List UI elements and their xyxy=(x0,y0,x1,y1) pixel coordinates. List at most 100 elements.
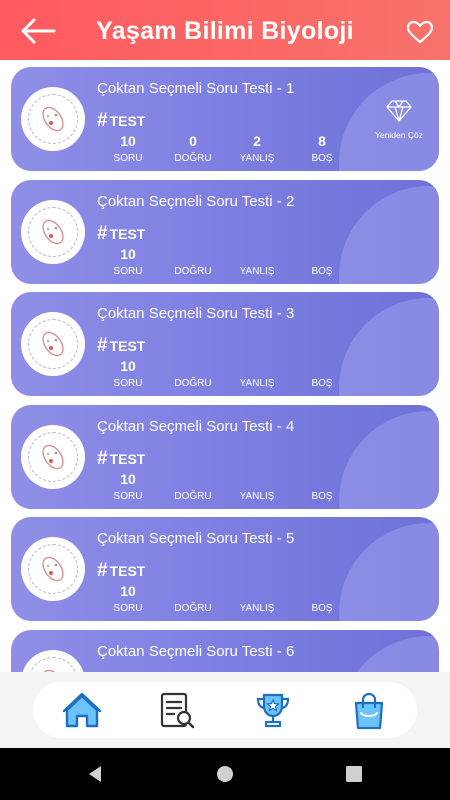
tag-label: TEST xyxy=(109,563,146,579)
stat-dogru-label: DOĞRU xyxy=(174,378,212,389)
tag-label: TEST xyxy=(109,225,146,242)
test-title: Çoktan Seçmeli Soru Testi - 4 xyxy=(97,417,295,435)
test-card[interactable]: Çoktan Seçmeli Soru Testi - 1 # TEST 10 SORU… xyxy=(11,67,439,171)
hashtag-icon: # xyxy=(97,560,108,581)
bottom-nav xyxy=(33,682,417,738)
cell-illustration-icon xyxy=(21,537,85,601)
system-nav-bar xyxy=(0,748,450,800)
test-tag: # TEST xyxy=(97,110,145,132)
recents-square-icon[interactable] xyxy=(344,764,364,784)
stat-bos-label: BOŞ xyxy=(311,603,333,614)
stat-soru-value: 10 xyxy=(120,470,136,487)
cell-illustration-icon xyxy=(21,312,85,376)
stat-soru: 10 SORU xyxy=(93,583,163,619)
hashtag-icon: # xyxy=(97,447,108,469)
redo-button[interactable]: Yeniden Çöz xyxy=(373,99,425,140)
stat-bos-value xyxy=(287,471,357,487)
hashtag-icon: # xyxy=(97,222,108,244)
test-tag: # TEST xyxy=(97,335,145,357)
diamond-icon xyxy=(386,100,412,122)
stat-dogru-label: DOĞRU xyxy=(174,603,212,614)
cell-illustration-icon xyxy=(21,649,85,672)
stat-dogru-value xyxy=(158,471,228,487)
shopping-bag-icon[interactable] xyxy=(349,691,389,731)
stat-yanlis-value xyxy=(222,358,292,374)
stat-soru: 10 SORU xyxy=(93,246,163,282)
stat-soru-value: 10 xyxy=(120,245,136,262)
stat-dogru-label: DOĞRU xyxy=(174,153,212,164)
stat-yanlis: 2 YANLIŞ xyxy=(222,133,292,169)
stat-yanlis-value xyxy=(222,246,292,262)
test-title: Çoktan Seçmeli Soru Testi - 3 xyxy=(97,305,295,322)
search-list-icon[interactable] xyxy=(157,691,197,731)
page-title: Yaşam Bilimi Biyoloji xyxy=(96,17,354,45)
cell-icon xyxy=(42,331,64,357)
cell-illustration-icon xyxy=(21,424,85,489)
stat-dogru-value xyxy=(158,246,228,262)
stat-yanlis-label: YANLIŞ xyxy=(239,490,275,502)
tag-label: TEST xyxy=(109,450,146,467)
stat-bos: 8 BOŞ xyxy=(287,133,357,169)
stat-yanlis: YANLIŞ xyxy=(222,246,292,282)
stat-soru-label: SORU xyxy=(113,153,143,164)
heart-outline-icon[interactable] xyxy=(406,20,434,44)
cell-icon xyxy=(42,106,64,132)
cell-icon xyxy=(42,556,64,582)
stat-bos-value xyxy=(287,246,357,262)
stat-dogru-value xyxy=(158,583,228,599)
stat-dogru: 0 DOĞRU xyxy=(158,133,228,169)
test-card[interactable]: Çoktan Seçmeli Soru Testi - 3 # TEST 10 SORU… xyxy=(11,292,439,396)
card-decoration xyxy=(339,635,439,672)
test-title: Çoktan Seçmeli Soru Testi - 1 xyxy=(97,80,295,97)
stat-soru-label: SORU xyxy=(113,378,143,389)
test-card[interactable]: Çoktan Seçmeli Soru Testi - 4 # TEST 10 SORU… xyxy=(11,404,439,509)
stat-bos-label: BOŞ xyxy=(311,490,333,502)
stat-yanlis-label: YANLIŞ xyxy=(239,603,275,614)
stat-yanlis: YANLIŞ xyxy=(222,358,292,394)
stat-bos: BOŞ xyxy=(287,246,357,282)
stat-yanlis-value: 2 xyxy=(253,133,261,149)
stat-yanlis-label: YANLIŞ xyxy=(239,378,275,389)
stat-dogru-label: DOĞRU xyxy=(174,265,212,277)
stat-yanlis: YANLIŞ xyxy=(222,583,292,619)
cell-icon xyxy=(42,444,64,469)
stat-soru-value: 10 xyxy=(120,133,136,149)
test-title: Çoktan Seçmeli Soru Testi - 5 xyxy=(97,530,295,547)
stat-soru-value: 10 xyxy=(120,358,136,374)
cell-illustration-icon xyxy=(21,199,85,264)
test-title: Çoktan Seçmeli Soru Testi - 2 xyxy=(97,192,295,210)
stat-soru: 10 SORU xyxy=(93,358,163,394)
stat-bos: BOŞ xyxy=(287,358,357,394)
back-triangle-icon[interactable] xyxy=(85,764,105,784)
stat-bos-value xyxy=(287,583,357,599)
stat-bos-label: BOŞ xyxy=(311,153,333,164)
stat-soru: 10 SORU xyxy=(93,471,163,507)
stat-soru-label: SORU xyxy=(113,265,143,277)
trophy-icon[interactable] xyxy=(253,691,293,731)
cell-icon xyxy=(42,219,64,244)
app-header: Yaşam Bilimi Biyoloji xyxy=(0,0,450,60)
test-list[interactable]: Çoktan Seçmeli Soru Testi - 1 # TEST 10 SORU… xyxy=(0,60,450,672)
stat-dogru: DOĞRU xyxy=(158,471,228,507)
test-card[interactable]: Çoktan Seçmeli Soru Testi - 6#TESTSORUDO… xyxy=(11,629,439,672)
hashtag-icon: # xyxy=(97,110,108,131)
stat-bos-value xyxy=(287,358,357,374)
tag-label: TEST xyxy=(109,338,146,354)
test-card[interactable]: Çoktan Seçmeli Soru Testi - 5 # TEST 10 SORU… xyxy=(11,517,439,621)
test-title: Çoktan Seçmeli Soru Testi - 6 xyxy=(97,642,295,660)
stat-dogru-value xyxy=(158,358,228,374)
stat-soru: 10 SORU xyxy=(93,133,163,169)
test-card[interactable]: Çoktan Seçmeli Soru Testi - 2 # TEST 10 SORU… xyxy=(11,179,439,284)
stat-dogru-label: DOĞRU xyxy=(174,490,212,502)
stat-bos: BOŞ xyxy=(287,583,357,619)
test-tag: # TEST xyxy=(97,223,145,245)
stat-dogru: DOĞRU xyxy=(158,583,228,619)
cell-icon xyxy=(42,669,64,672)
home-icon[interactable] xyxy=(62,691,102,731)
stat-soru-label: SORU xyxy=(113,603,143,614)
stat-bos: BOŞ xyxy=(287,471,357,507)
stat-yanlis: YANLIŞ xyxy=(222,471,292,507)
stat-yanlis-label: YANLIŞ xyxy=(239,153,275,164)
home-circle-icon[interactable] xyxy=(215,764,235,784)
stat-yanlis-value xyxy=(222,471,292,487)
